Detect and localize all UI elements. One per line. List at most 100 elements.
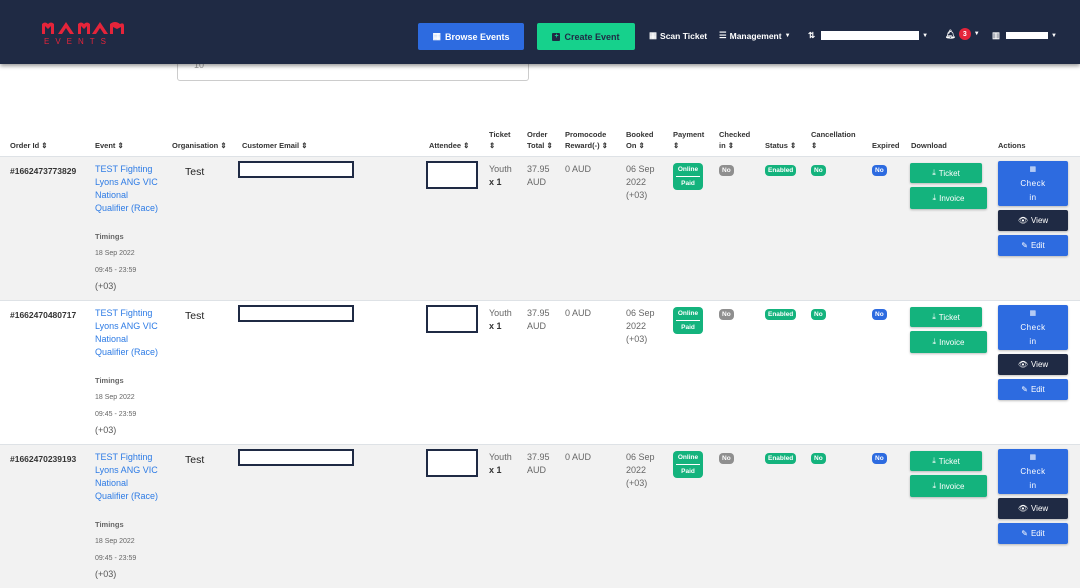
caret-down-icon: ▼	[922, 32, 929, 39]
check-in-label: in	[1029, 337, 1037, 346]
booked-on: 06 Sep 2022 (+03)	[626, 163, 655, 202]
header-ticket[interactable]: Ticket ⇕	[489, 129, 511, 151]
download-icon: ⤓	[932, 337, 937, 346]
download-invoice-button[interactable]: ⤓ Invoice	[910, 475, 987, 497]
event-date: 18 Sep 2022	[95, 250, 135, 257]
caret-down-icon: ▼	[973, 31, 980, 37]
ticket-type-text: Youth	[489, 164, 512, 174]
download-icon: ⤓	[932, 168, 936, 177]
management-menu[interactable]: ☰ Management ▼	[719, 30, 791, 41]
header-event[interactable]: Event ⇕	[95, 140, 124, 151]
download-ticket-button[interactable]: ⤓ Ticket	[910, 307, 982, 327]
header-status[interactable]: Status ⇕	[765, 140, 796, 151]
create-event-label: Create Event	[564, 31, 620, 42]
qrcode-icon: ▦	[649, 30, 658, 40]
redacted-attendee	[426, 449, 478, 477]
download-invoice-button[interactable]: ⤓ Invoice	[910, 187, 987, 209]
scan-ticket-link[interactable]: ▦ Scan Ticket	[649, 30, 707, 41]
header-attendee[interactable]: Attendee ⇕	[429, 140, 469, 151]
booked-on: 06 Sep 2022 (+03)	[626, 307, 655, 346]
timings-label: Timings	[95, 232, 124, 241]
payment-status: Paid	[681, 180, 695, 187]
header-actions: Actions	[998, 141, 1026, 150]
header-cancellation[interactable]: Cancellation ⇕	[811, 129, 856, 151]
view-button[interactable]: 👁︎ View	[998, 210, 1068, 231]
expired-badge: No	[872, 165, 887, 176]
timings-label: Timings	[95, 520, 124, 529]
download-invoice-button[interactable]: ⤓ Invoice	[910, 331, 987, 353]
calendar-icon: ▦	[432, 31, 441, 41]
view-button-label: View	[1030, 216, 1049, 225]
header-promocode[interactable]: Promocode Reward(-) ⇕	[565, 129, 608, 151]
header-order-total[interactable]: Order Total ⇕	[527, 129, 553, 151]
event-link[interactable]: TEST Fighting Lyons ANG VIC National Qua…	[95, 163, 165, 215]
redacted-organisation-name	[821, 31, 920, 40]
mam-events-logo[interactable]: EVENTS	[40, 20, 130, 50]
event-time: 09:45 - 23:59	[95, 555, 137, 562]
view-button[interactable]: 👁︎ View	[998, 498, 1068, 519]
organisation-name: Test	[185, 454, 205, 466]
redacted-user-name	[1006, 32, 1049, 39]
booked-date: 06 Sep	[626, 452, 655, 462]
caret-down-icon: ▼	[1051, 32, 1057, 39]
header-order-id[interactable]: Order Id ⇕	[10, 140, 48, 151]
event-name-line: TEST Fighting	[95, 164, 153, 174]
edit-button[interactable]: ✎ Edit	[998, 379, 1068, 400]
booked-timezone: (+03)	[626, 478, 648, 488]
check-in-button[interactable]: ▦ Check in	[998, 161, 1068, 206]
bell-icon: 🔔︎	[945, 28, 956, 39]
ticket-quantity: x 1	[489, 321, 502, 331]
grid-icon: ▦	[1029, 310, 1037, 317]
event-time: 09:45 - 23:59	[95, 411, 137, 418]
order-total: 37.95 AUD	[527, 307, 550, 333]
payment-method: Online	[677, 454, 699, 461]
user-menu[interactable]: ▥ ▼	[992, 30, 1057, 41]
organisation-switcher[interactable]: ⇅ ▼	[808, 30, 928, 41]
expired-badge: No	[872, 309, 887, 320]
notifications-menu[interactable]: 🔔︎ 3 ▼	[945, 28, 980, 40]
download-ticket-button[interactable]: ⤓ Ticket	[910, 163, 982, 183]
scan-ticket-label: Scan Ticket	[660, 30, 708, 41]
download-icon: ⤓	[932, 456, 936, 465]
check-in-button[interactable]: ▦ Check in	[998, 449, 1068, 494]
event-name-line: Lyons ANG VIC	[95, 177, 158, 187]
event-link[interactable]: TEST Fighting Lyons ANG VIC National Qua…	[95, 451, 165, 503]
redacted-customer-email	[238, 305, 354, 322]
edit-button-label: Edit	[1030, 385, 1045, 394]
booked-timezone: (+03)	[626, 190, 648, 200]
event-name-line: National	[95, 190, 129, 200]
management-label: Management	[729, 30, 782, 41]
edit-button-label: Edit	[1030, 241, 1045, 250]
invoice-button-label: Invoice	[939, 337, 965, 347]
view-button[interactable]: 👁︎ View	[998, 354, 1068, 375]
check-in-label: in	[1029, 481, 1037, 490]
organisation-name: Test	[185, 166, 205, 178]
order-id: #1662470480717	[10, 310, 77, 320]
edit-icon: ✎	[1021, 241, 1028, 250]
ticket-button-label: Ticket	[938, 168, 960, 178]
table-row: #1662473773829 TEST Fighting Lyons ANG V…	[0, 156, 1080, 300]
download-ticket-button[interactable]: ⤓ Ticket	[910, 451, 982, 471]
notification-count-badge: 3	[958, 28, 971, 40]
event-date: 18 Sep 2022	[95, 538, 135, 545]
event-link[interactable]: TEST Fighting Lyons ANG VIC National Qua…	[95, 307, 165, 359]
browse-events-button[interactable]: ▦ Browse Events	[418, 23, 524, 50]
edit-button[interactable]: ✎ Edit	[998, 523, 1068, 544]
create-event-button[interactable]: + Create Event	[537, 23, 635, 50]
redacted-customer-email	[238, 161, 354, 178]
check-in-button[interactable]: ▦ Check in	[998, 305, 1068, 350]
header-customer-email[interactable]: Customer Email ⇕	[242, 140, 307, 151]
eye-icon: 👁︎	[1017, 216, 1028, 225]
header-checked-in[interactable]: Checked in ⇕	[719, 129, 750, 151]
edit-button[interactable]: ✎ Edit	[998, 235, 1068, 256]
status-badge: Enabled	[765, 453, 797, 464]
header-payment[interactable]: Payment ⇕	[673, 129, 704, 151]
header-organisation[interactable]: Organisation ⇕	[172, 140, 227, 151]
timings-label: Timings	[95, 376, 124, 385]
header-booked-on[interactable]: Booked On ⇕	[626, 129, 654, 151]
ticket-button-label: Ticket	[938, 456, 960, 466]
browse-events-label: Browse Events	[444, 31, 510, 42]
event-timezone: (+03)	[95, 425, 117, 435]
event-name-line: Qualifier (Race)	[95, 491, 159, 501]
organisation-name: Test	[185, 310, 205, 322]
